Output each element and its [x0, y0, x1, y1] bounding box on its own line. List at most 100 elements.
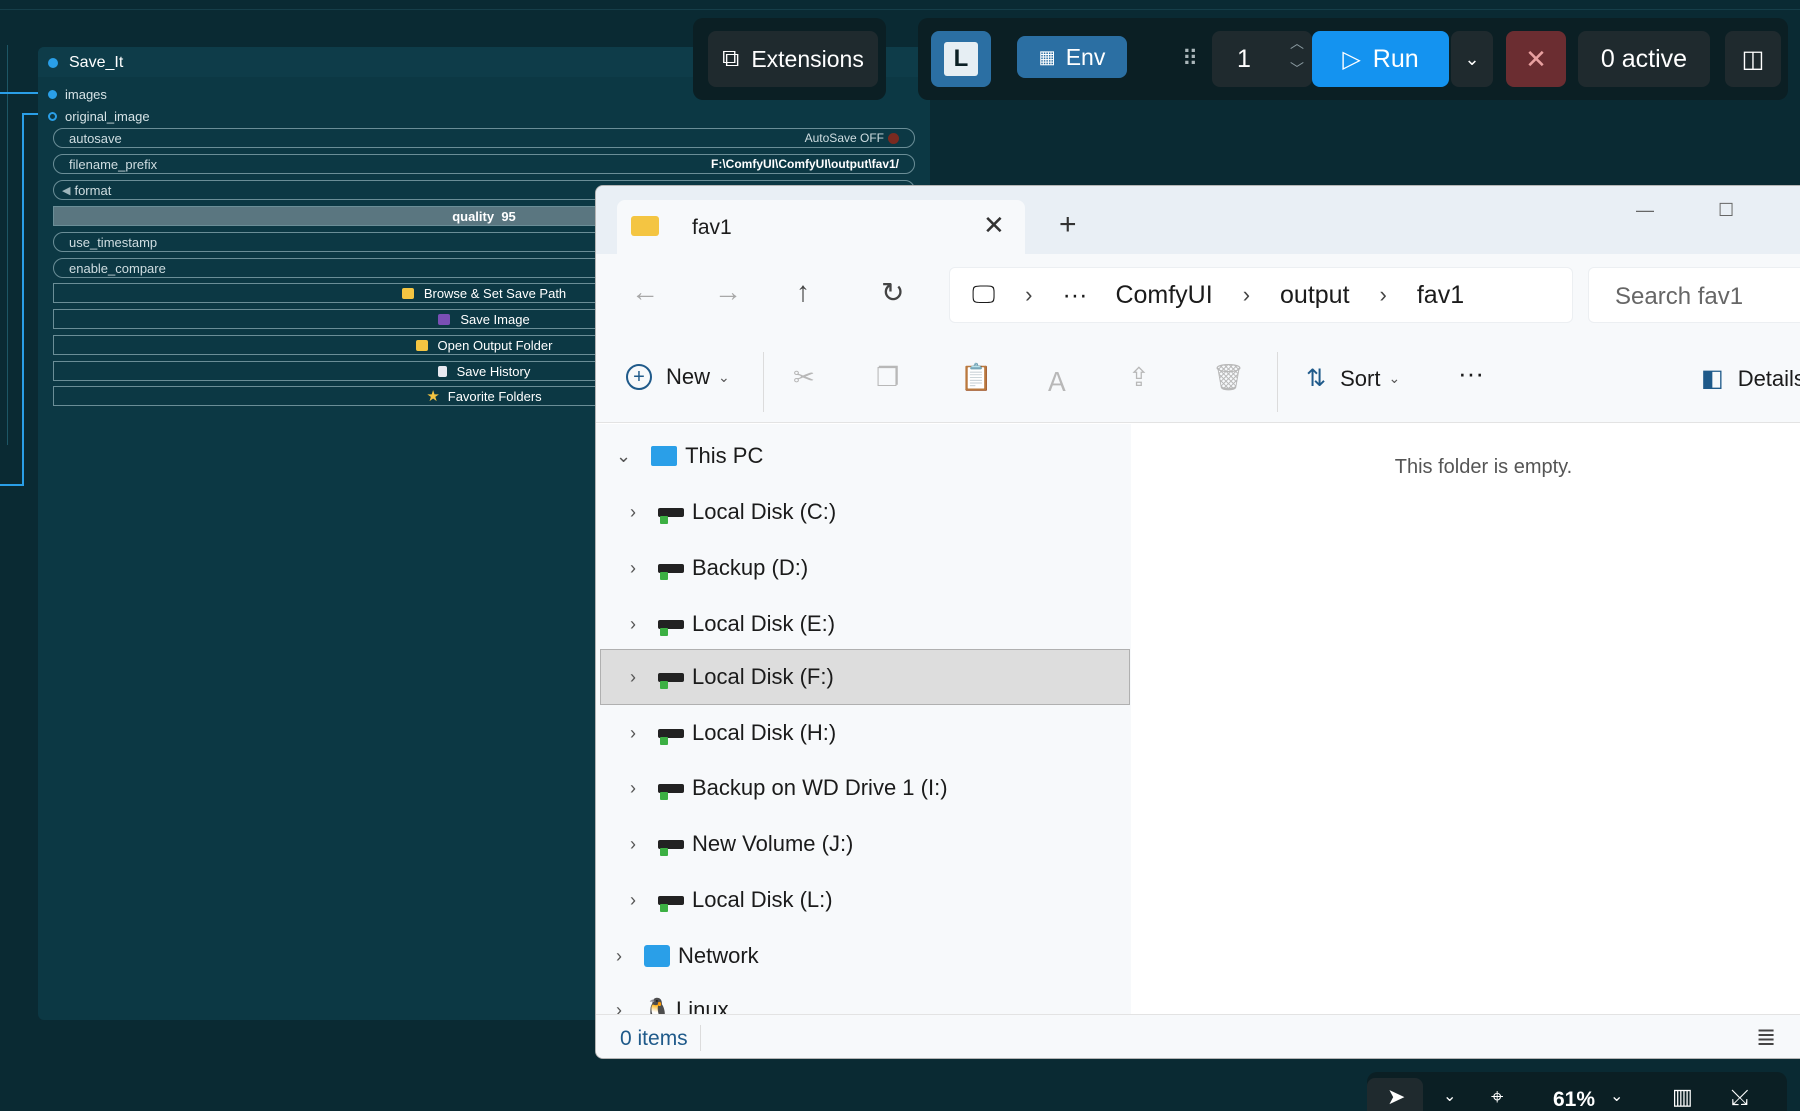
tree-item-linux[interactable]: › 🐧 Linux — [616, 988, 729, 1014]
chevron-right-icon[interactable]: › — [630, 667, 636, 688]
chevron-down-icon[interactable]: ⌄ — [1443, 1086, 1456, 1106]
file-explorer-window[interactable]: fav1 ✕ + — ☐ ← → ↑ ↻ 🖵 › ··· ComfyUI › o… — [595, 185, 1800, 1059]
l-badge-icon: L — [944, 42, 978, 76]
tree-item-drive-d[interactable]: › Backup (D:) — [630, 546, 808, 590]
cursor-arrow-icon: ➤ — [1387, 1084, 1406, 1109]
sort-button[interactable]: ⇅ Sort ⌄ — [1306, 364, 1400, 393]
play-icon: ▷ — [1342, 45, 1361, 73]
new-tab-plus-icon[interactable]: + — [1059, 208, 1077, 242]
slot-dot-icon[interactable] — [48, 111, 57, 121]
back-arrow-icon[interactable]: ← — [631, 276, 659, 308]
this-pc-monitor-icon[interactable]: 🖵 — [972, 281, 995, 309]
chevron-right-icon[interactable]: › — [630, 834, 636, 855]
details-pane-button[interactable]: ◧ Details — [1701, 364, 1800, 393]
tree-item-drive-f[interactable]: › Local Disk (F:) — [630, 655, 834, 699]
queue-count-input[interactable]: 1 ︿ ﹀ — [1212, 31, 1312, 87]
tree-item-drive-h[interactable]: › Local Disk (H:) — [630, 711, 836, 755]
toggle-indicator-icon — [888, 133, 899, 145]
tree-item-drive-e[interactable]: › Local Disk (E:) — [630, 602, 835, 646]
tree-item-drive-c[interactable]: › Local Disk (C:) — [630, 490, 836, 534]
tree-item-drive-l[interactable]: › Local Disk (L:) — [630, 878, 833, 922]
chevron-down-icon[interactable]: ⌄ — [616, 446, 631, 467]
link-original-vertical — [22, 113, 24, 485]
chevron-right-icon[interactable]: › — [630, 778, 636, 799]
breadcrumb-fav1[interactable]: fav1 — [1417, 281, 1464, 310]
input-slot-original-image[interactable]: original_image — [48, 106, 150, 126]
button-label: Save History — [456, 363, 531, 379]
maximize-icon[interactable]: ☐ — [1718, 200, 1734, 221]
chevron-down-icon[interactable]: ⌄ — [1610, 1086, 1623, 1106]
tree-item-drive-j[interactable]: › New Volume (J:) — [630, 822, 853, 866]
rename-icon[interactable]: Ａ — [1044, 362, 1070, 399]
search-input[interactable]: Search fav1 — [1588, 267, 1800, 323]
chevron-right-icon[interactable]: › — [630, 558, 636, 579]
chevron-right-icon[interactable]: › — [616, 946, 622, 967]
slot-dot-icon[interactable] — [48, 89, 57, 99]
file-list-pane[interactable]: This folder is empty. — [1161, 424, 1800, 1014]
share-icon[interactable]: ⇪ — [1128, 362, 1150, 393]
link-toggle-icon[interactable]: ⤩ — [1731, 1084, 1749, 1110]
refresh-icon[interactable]: ↻ — [881, 276, 904, 309]
tab-fav1[interactable]: fav1 ✕ — [617, 200, 1025, 256]
chevron-down-icon[interactable]: ﹀ — [1290, 59, 1304, 79]
arrow-left-icon[interactable]: ◀ — [62, 184, 70, 197]
paste-icon[interactable]: 📋 — [960, 362, 992, 393]
chevron-right-icon[interactable]: › — [630, 502, 636, 523]
cancel-run-close-icon[interactable]: ✕ — [1506, 31, 1566, 87]
list-view-icon[interactable]: ≣ — [1756, 1023, 1776, 1052]
network-icon — [644, 945, 670, 967]
address-breadcrumb[interactable]: 🖵 › ··· ComfyUI › output › fav1 — [949, 267, 1573, 323]
widget-filename-prefix[interactable]: filename_prefix F:\ComfyUI\ComfyUI\outpu… — [53, 154, 915, 174]
up-arrow-icon[interactable]: ↑ — [796, 276, 810, 308]
left-node-edge — [0, 45, 8, 445]
drive-icon — [658, 723, 684, 745]
penguin-icon: 🐧 — [644, 997, 672, 1014]
chevron-right-icon[interactable]: › — [1243, 282, 1250, 308]
tree-label: Local Disk (L:) — [692, 887, 833, 912]
widget-autosave[interactable]: autosave AutoSave OFF — [53, 128, 915, 148]
cut-icon[interactable]: ✂ — [793, 362, 815, 393]
tree-item-drive-i[interactable]: › Backup on WD Drive 1 (I:) — [630, 766, 948, 810]
tree-label: Backup on WD Drive 1 (I:) — [692, 775, 948, 800]
forward-arrow-icon[interactable]: → — [714, 276, 742, 308]
chevron-right-icon[interactable]: › — [1025, 282, 1032, 308]
ellipsis-icon[interactable]: ··· — [1062, 281, 1087, 310]
copy-icon[interactable]: ❐ — [876, 362, 899, 393]
chevron-right-icon[interactable]: › — [630, 890, 636, 911]
chevron-right-icon[interactable]: › — [630, 614, 636, 635]
chevron-right-icon[interactable]: › — [616, 1000, 622, 1015]
minimap-icon[interactable]: ▥ — [1672, 1084, 1693, 1110]
minimize-icon[interactable]: — — [1636, 200, 1654, 221]
fit-view-icon[interactable]: ⌖ — [1491, 1084, 1503, 1110]
tree-label: Network — [678, 943, 759, 968]
tree-item-this-pc[interactable]: ⌄ This PC — [616, 434, 763, 478]
l-badge-button[interactable]: L — [931, 31, 991, 87]
more-options-icon[interactable]: ··· — [1458, 358, 1484, 389]
sidebar-toggle-icon[interactable]: ◫ — [1725, 31, 1781, 87]
tree-item-network[interactable]: › Network — [616, 934, 759, 978]
node-collapse-dot[interactable] — [48, 58, 58, 68]
drive-icon — [658, 778, 684, 800]
breadcrumb-comfyui[interactable]: ComfyUI — [1115, 281, 1212, 310]
extensions-icon: ⧉ — [722, 45, 740, 72]
button-label: New — [666, 364, 711, 389]
run-options-chevron-icon[interactable]: ⌄ — [1451, 31, 1493, 87]
close-tab-icon[interactable]: ✕ — [983, 210, 1005, 241]
tree-label: Local Disk (E:) — [692, 611, 836, 636]
chevron-up-icon[interactable]: ︿ — [1290, 33, 1304, 53]
delete-icon[interactable]: 🗑 — [1212, 362, 1245, 393]
extensions-button[interactable]: ⧉ Extensions — [708, 31, 878, 87]
chevron-right-icon[interactable]: › — [1380, 282, 1387, 308]
drive-icon — [658, 614, 684, 636]
zoom-level[interactable]: 61% — [1553, 1088, 1595, 1111]
button-label: Extensions — [751, 45, 864, 72]
new-button[interactable]: + New ⌄ — [626, 364, 730, 390]
breadcrumb-output[interactable]: output — [1280, 281, 1350, 310]
run-button[interactable]: ▷ Run — [1312, 31, 1449, 87]
env-button[interactable]: ▦ Env — [1017, 36, 1127, 78]
floppy-disk-icon — [438, 313, 451, 325]
chevron-right-icon[interactable]: › — [630, 723, 636, 744]
active-queue-button[interactable]: 0 active — [1578, 31, 1710, 87]
drag-handle-icon[interactable]: ⠿ — [1180, 36, 1200, 82]
input-slot-images[interactable]: images — [48, 84, 107, 104]
